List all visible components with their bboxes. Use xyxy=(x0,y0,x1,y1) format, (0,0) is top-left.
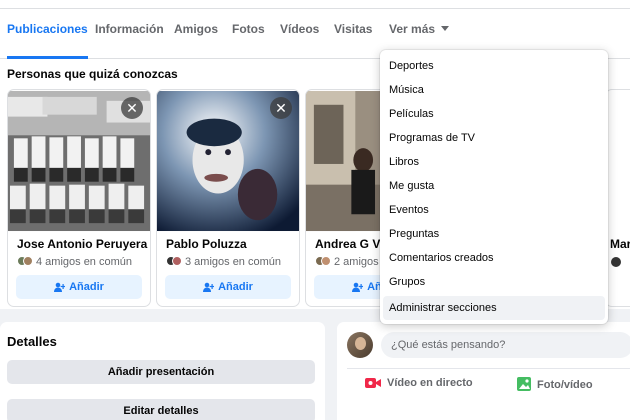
menu-item-grupos[interactable]: Grupos xyxy=(383,270,605,294)
caret-down-icon xyxy=(441,26,450,32)
person-name[interactable]: Jose Antonio Peruyera xyxy=(17,237,147,251)
menu-item-preguntas[interactable]: Preguntas xyxy=(383,222,605,246)
close-icon[interactable]: ✕ xyxy=(270,97,292,119)
post-composer: ¿Qué estás pensando? Vídeo en directo Fo… xyxy=(337,322,630,420)
mutual-friends: 4 amigos en común xyxy=(17,256,132,268)
tab-visitas[interactable]: Visitas xyxy=(334,9,372,59)
mutual-avatar xyxy=(321,256,331,266)
person-name[interactable]: Mar xyxy=(610,237,630,251)
person-name[interactable]: Pablo Poluzza xyxy=(166,237,247,251)
suggestion-card[interactable]: ✕ Jose Antonio Peruyera 4 amigos en comú… xyxy=(7,89,151,307)
details-title: Detalles xyxy=(7,334,57,349)
add-friend-button[interactable]: Añadir xyxy=(165,275,291,299)
menu-item-comentarios[interactable]: Comentarios creados xyxy=(383,246,605,270)
tab-fotos[interactable]: Fotos xyxy=(232,9,265,59)
add-presentation-button[interactable]: Añadir presentación xyxy=(7,360,315,384)
add-friend-icon xyxy=(54,282,66,292)
photo-icon xyxy=(517,377,531,391)
add-friend-icon xyxy=(352,282,364,292)
photo-video-button[interactable]: Foto/vídeo xyxy=(517,377,593,391)
close-icon[interactable]: ✕ xyxy=(121,97,143,119)
menu-item-eventos[interactable]: Eventos xyxy=(383,198,605,222)
add-friend-icon xyxy=(203,282,215,292)
mutual-friends: 3 amigos en común xyxy=(166,256,281,268)
edit-details-button[interactable]: Editar detalles xyxy=(7,399,315,420)
tab-publicaciones[interactable]: Publicaciones xyxy=(7,9,88,59)
menu-item-deportes[interactable]: Deportes xyxy=(383,54,605,78)
live-video-icon xyxy=(365,378,381,388)
mutual-avatar xyxy=(172,256,182,266)
details-panel: Detalles Añadir presentación Editar deta… xyxy=(0,322,325,420)
menu-item-peliculas[interactable]: Películas xyxy=(383,102,605,126)
menu-item-programas-tv[interactable]: Programas de TV xyxy=(383,126,605,150)
live-video-button[interactable]: Vídeo en directo xyxy=(365,377,473,389)
avatar[interactable] xyxy=(347,332,373,358)
status-input[interactable]: ¿Qué estás pensando? xyxy=(381,332,630,358)
menu-item-musica[interactable]: Música xyxy=(383,78,605,102)
suggestion-card[interactable]: ✕ Pablo Poluzza 3 amigos en común Añadir xyxy=(156,89,300,307)
menu-item-libros[interactable]: Libros xyxy=(383,150,605,174)
menu-item-administrar-secciones[interactable]: Administrar secciones xyxy=(383,296,605,320)
mutual-avatar xyxy=(611,257,621,267)
menu-item-me-gusta[interactable]: Me gusta xyxy=(383,174,605,198)
suggestion-card-peek[interactable]: Mar xyxy=(605,89,630,307)
divider xyxy=(347,368,630,369)
top-strip xyxy=(0,0,630,9)
add-friend-button[interactable]: Añadir xyxy=(16,275,142,299)
section-title: Personas que quizá conozcas xyxy=(7,67,178,81)
ver-mas-dropdown: Deportes Música Películas Programas de T… xyxy=(380,50,608,324)
mutual-avatar xyxy=(23,256,33,266)
tab-videos[interactable]: Vídeos xyxy=(280,9,319,59)
tab-informacion[interactable]: Información xyxy=(95,9,164,59)
tab-amigos[interactable]: Amigos xyxy=(174,9,218,59)
